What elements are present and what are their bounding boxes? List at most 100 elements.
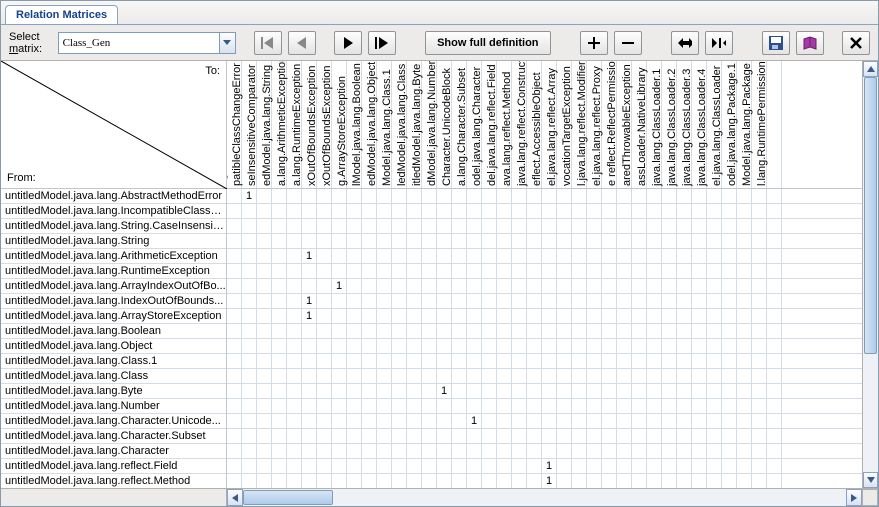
grid-cell[interactable]: [332, 414, 347, 428]
grid-cell[interactable]: [602, 309, 617, 323]
grid-cell[interactable]: [677, 369, 692, 383]
grid-cell[interactable]: [572, 204, 587, 218]
grid-cell[interactable]: [227, 369, 242, 383]
grid-cell[interactable]: [422, 459, 437, 473]
grid-cell[interactable]: [377, 429, 392, 443]
grid-cell[interactable]: [392, 234, 407, 248]
grid-cell[interactable]: [617, 429, 632, 443]
grid-cell[interactable]: [767, 384, 782, 398]
grid-cell[interactable]: [587, 474, 602, 488]
grid-cell[interactable]: [497, 309, 512, 323]
grid-cell[interactable]: [482, 279, 497, 293]
grid-cell[interactable]: [527, 354, 542, 368]
row-header[interactable]: untitledModel.java.lang.Number: [1, 399, 226, 414]
grid-cell[interactable]: [272, 399, 287, 413]
grid-cell[interactable]: [527, 234, 542, 248]
grid-cell[interactable]: [272, 414, 287, 428]
grid-cell[interactable]: [677, 339, 692, 353]
grid-cell[interactable]: [587, 264, 602, 278]
grid-cell[interactable]: [302, 189, 317, 203]
grid-cell[interactable]: [737, 279, 752, 293]
grid-cell[interactable]: [437, 354, 452, 368]
grid-cell[interactable]: [272, 249, 287, 263]
grid-cell[interactable]: [752, 204, 767, 218]
grid-cell[interactable]: [662, 444, 677, 458]
grid-cell[interactable]: [332, 234, 347, 248]
grid-cell[interactable]: [467, 444, 482, 458]
grid-cell[interactable]: [737, 459, 752, 473]
grid-cell[interactable]: [362, 189, 377, 203]
grid-cell[interactable]: [437, 429, 452, 443]
grid-cell[interactable]: [572, 324, 587, 338]
grid-cell[interactable]: [392, 324, 407, 338]
grid-cell[interactable]: [662, 399, 677, 413]
grid-cell[interactable]: [407, 309, 422, 323]
grid-cell[interactable]: [707, 189, 722, 203]
grid-cell[interactable]: [497, 219, 512, 233]
grid-cell[interactable]: [452, 399, 467, 413]
grid-cell[interactable]: [227, 219, 242, 233]
row-header[interactable]: untitledModel.java.lang.Character.Subset: [1, 429, 226, 444]
grid-cell[interactable]: [512, 249, 527, 263]
grid-cell[interactable]: [257, 474, 272, 488]
grid-cell[interactable]: [332, 429, 347, 443]
grid-cell[interactable]: [497, 264, 512, 278]
grid-cell[interactable]: [407, 414, 422, 428]
grid-cell[interactable]: [332, 264, 347, 278]
row-header[interactable]: untitledModel.java.lang.Character.Unicod…: [1, 414, 226, 429]
grid-cell[interactable]: [407, 354, 422, 368]
grid-cell[interactable]: [527, 339, 542, 353]
grid-cell[interactable]: [407, 399, 422, 413]
grid-cell[interactable]: 1: [542, 459, 557, 473]
grid-cell[interactable]: [242, 279, 257, 293]
grid-cell[interactable]: [422, 279, 437, 293]
grid-cell[interactable]: [722, 249, 737, 263]
grid-cell[interactable]: [422, 444, 437, 458]
grid-cell[interactable]: [632, 384, 647, 398]
grid-cell[interactable]: [587, 294, 602, 308]
grid-cell[interactable]: [392, 204, 407, 218]
grid-cell[interactable]: [767, 264, 782, 278]
grid-cell[interactable]: [527, 279, 542, 293]
grid-cell[interactable]: [467, 399, 482, 413]
grid-cell[interactable]: [497, 339, 512, 353]
grid-cell[interactable]: [362, 219, 377, 233]
grid-cell[interactable]: [572, 249, 587, 263]
grid-cell[interactable]: [317, 384, 332, 398]
grid-cell[interactable]: [272, 309, 287, 323]
grid-cell[interactable]: [542, 279, 557, 293]
grid-cell[interactable]: [617, 399, 632, 413]
grid-cell[interactable]: [692, 264, 707, 278]
grid-cell[interactable]: [332, 309, 347, 323]
grid-cell[interactable]: [452, 279, 467, 293]
grid-cell[interactable]: [767, 279, 782, 293]
grid-cell[interactable]: [632, 219, 647, 233]
grid-cell[interactable]: [512, 234, 527, 248]
grid-cell[interactable]: [497, 354, 512, 368]
grid-cell[interactable]: [452, 309, 467, 323]
grid-cell[interactable]: [737, 294, 752, 308]
row-header[interactable]: untitledModel.java.lang.RuntimeException: [1, 264, 226, 279]
grid-cell[interactable]: [557, 369, 572, 383]
expand-h-button[interactable]: [671, 31, 699, 55]
grid-cell[interactable]: [482, 474, 497, 488]
grid-cell[interactable]: [257, 189, 272, 203]
grid-cell[interactable]: [602, 294, 617, 308]
grid-cell[interactable]: [437, 234, 452, 248]
grid-cell[interactable]: [722, 444, 737, 458]
grid-cell[interactable]: [572, 444, 587, 458]
grid-cell[interactable]: [767, 354, 782, 368]
grid-cell[interactable]: [587, 414, 602, 428]
grid-cell[interactable]: [617, 219, 632, 233]
grid-cell[interactable]: [272, 294, 287, 308]
grid-cell[interactable]: [347, 339, 362, 353]
grid-cell[interactable]: [722, 219, 737, 233]
grid-cell[interactable]: 1: [437, 384, 452, 398]
grid-cell[interactable]: [227, 459, 242, 473]
grid-cell[interactable]: [332, 354, 347, 368]
grid-cell[interactable]: [362, 474, 377, 488]
grid-cell[interactable]: [242, 294, 257, 308]
grid-cell[interactable]: [647, 189, 662, 203]
grid-cell[interactable]: [257, 354, 272, 368]
grid-cell[interactable]: [377, 294, 392, 308]
